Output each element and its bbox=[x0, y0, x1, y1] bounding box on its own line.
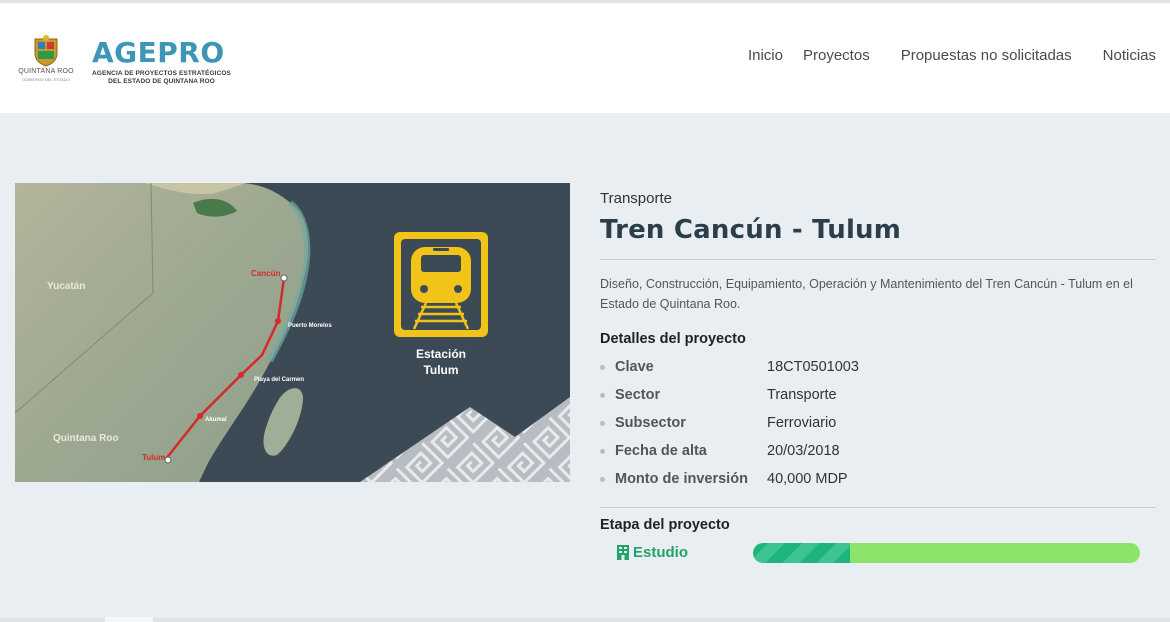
divider bbox=[600, 507, 1156, 508]
map-stop-puerto-morelos: Puerto Morelos bbox=[288, 323, 332, 329]
seal-sublabel: GOBIERNO DEL ESTADO bbox=[22, 77, 70, 82]
bullet-icon bbox=[600, 392, 605, 398]
detail-key: Clave bbox=[615, 359, 654, 375]
detail-row-monto-de-inversion: Monto de inversión 40,000 MDP bbox=[600, 465, 1156, 493]
detail-row-subsector: Subsector Ferroviario bbox=[600, 409, 1156, 437]
bullet-icon bbox=[600, 448, 605, 454]
project-details: Transporte Tren Cancún - Tulum Diseño, C… bbox=[600, 190, 1156, 567]
detail-row-fecha-de-alta: Fecha de alta 20/03/2018 bbox=[600, 437, 1156, 465]
brand-name: AGEPRO bbox=[92, 36, 225, 69]
detail-key: Fecha de alta bbox=[615, 443, 707, 459]
stage-row: Estudio bbox=[600, 543, 1156, 567]
logo-area[interactable]: QUINTANA ROO GOBIERNO DEL ESTADO AGEPRO … bbox=[18, 35, 231, 86]
details-list: Clave 18CT0501003 Sector Transporte Subs… bbox=[600, 353, 1156, 493]
project-description: Diseño, Construcción, Equipamiento, Oper… bbox=[600, 277, 1133, 311]
detail-value: Transporte bbox=[767, 387, 837, 403]
brand-subtitle: AGENCIA DE PROYECTOS ESTRATÉGICOS DEL ES… bbox=[92, 70, 231, 86]
stage-label: Estudio bbox=[617, 544, 688, 561]
detail-row-clave: Clave 18CT0501003 bbox=[600, 353, 1156, 381]
nav-propuestas-no-solicitadas[interactable]: Propuestas no solicitadas bbox=[901, 47, 1072, 64]
station-label-line-1: Estación bbox=[416, 347, 466, 361]
detail-value: 40,000 MDP bbox=[767, 471, 848, 487]
project-category: Transporte bbox=[600, 190, 672, 207]
seal-label: QUINTANA ROO bbox=[18, 68, 74, 75]
stage-name: Estudio bbox=[633, 544, 688, 561]
map-region-quintana-roo: Quintana Roo bbox=[53, 433, 119, 444]
details-heading: Detalles del proyecto bbox=[600, 331, 746, 347]
divider bbox=[600, 259, 1156, 260]
quintana-roo-seal: QUINTANA ROO GOBIERNO DEL ESTADO bbox=[18, 35, 74, 83]
bullet-icon bbox=[600, 364, 605, 370]
map-stop-cancun: Cancún bbox=[251, 269, 280, 278]
map-stop-akumal: Akumal bbox=[205, 417, 227, 423]
stage-progress-bar[interactable] bbox=[753, 543, 1140, 563]
agepro-logo: AGEPRO AGENCIA DE PROYECTOS ESTRATÉGICOS… bbox=[92, 39, 231, 86]
stage-progress-fill bbox=[753, 543, 850, 563]
nav-inicio[interactable]: Inicio bbox=[748, 47, 783, 64]
nav-noticias[interactable]: Noticias bbox=[1103, 47, 1156, 64]
detail-value: Ferroviario bbox=[767, 415, 837, 431]
brand-subtitle-line-2: DEL ESTADO DE QUINTANA ROO bbox=[108, 78, 215, 85]
nav-proyectos[interactable]: Proyectos bbox=[803, 47, 870, 64]
station-label-line-2: Tulum bbox=[423, 363, 458, 377]
state-seal-icon bbox=[34, 35, 58, 67]
footer-edge bbox=[0, 618, 1170, 622]
brand-subtitle-line-1: AGENCIA DE PROYECTOS ESTRATÉGICOS bbox=[92, 70, 231, 77]
project-title: Tren Cancún - Tulum bbox=[600, 215, 902, 245]
detail-value: 20/03/2018 bbox=[767, 443, 840, 459]
detail-key: Sector bbox=[615, 387, 661, 403]
map-stop-playa-del-carmen: Playa del Carmen bbox=[254, 377, 304, 383]
detail-value: 18CT0501003 bbox=[767, 359, 859, 375]
bullet-icon bbox=[600, 476, 605, 482]
detail-key: Subsector bbox=[615, 415, 686, 431]
map-stop-tulum: Tulum bbox=[142, 453, 165, 462]
bullet-icon bbox=[600, 420, 605, 426]
detail-row-sector: Sector Transporte bbox=[600, 381, 1156, 409]
stage-heading: Etapa del proyecto bbox=[600, 517, 730, 533]
project-map-image: Yucatán Quintana Roo Cancún Puerto Morel… bbox=[15, 183, 570, 482]
detail-key: Monto de inversión bbox=[615, 471, 748, 487]
train-icon bbox=[394, 232, 488, 337]
map-region-yucatan: Yucatán bbox=[47, 281, 85, 292]
building-icon bbox=[617, 545, 629, 560]
main-nav: Inicio Proyectos Propuestas no solicitad… bbox=[748, 47, 1156, 64]
top-navigation-bar: QUINTANA ROO GOBIERNO DEL ESTADO AGEPRO … bbox=[0, 0, 1170, 113]
footer-tab bbox=[105, 617, 153, 622]
